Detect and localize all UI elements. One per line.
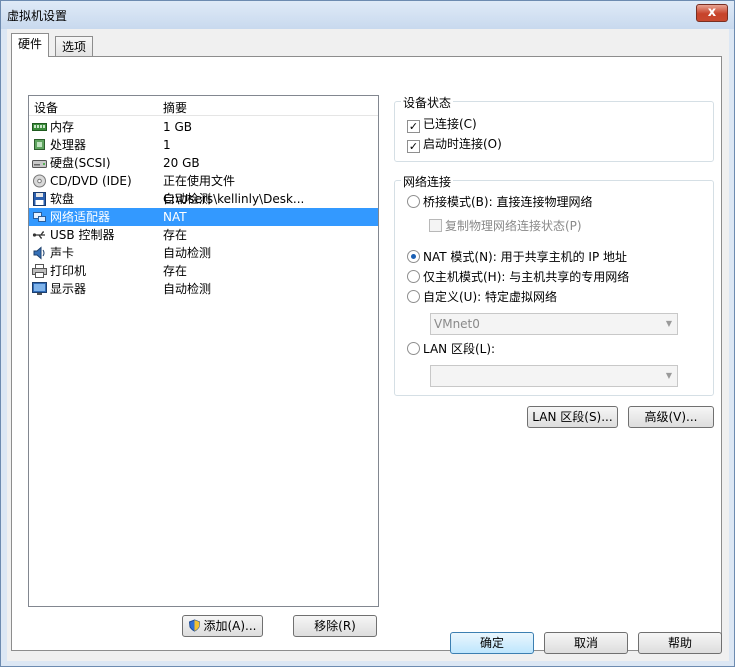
device-row[interactable]: 声卡 自动检测 — [29, 244, 378, 262]
processor-icon — [32, 138, 47, 152]
checkbox-icon — [429, 219, 442, 232]
column-header-summary[interactable]: 摘要 — [163, 99, 187, 116]
vm-settings-window: 虚拟机设置 x 硬件 选项 设备 摘要 内存 1 GB 处理器 1 硬盘(SCSI) 20… — [0, 0, 735, 667]
dialog-client: 硬件 选项 设备 摘要 内存 1 GB 处理器 1 硬盘(SCSI) 20 GB CD/DV… — [7, 29, 729, 661]
radio-icon — [407, 342, 420, 355]
network-adapter-icon — [32, 210, 47, 224]
hardware-panel: 设备 摘要 内存 1 GB 处理器 1 硬盘(SCSI) 20 GB CD/DVD (IDE… — [11, 56, 722, 651]
floppy-icon — [32, 192, 47, 206]
device-list[interactable]: 设备 摘要 内存 1 GB 处理器 1 硬盘(SCSI) 20 GB CD/DVD (IDE… — [28, 95, 379, 607]
nat-label: NAT 模式(N): 用于共享主机的 IP 地址 — [423, 250, 628, 264]
custom-network-select[interactable]: VMnet0 ▼ — [430, 313, 678, 335]
device-name: 处理器 — [50, 138, 87, 152]
lan-segment-select[interactable]: ▼ — [430, 365, 678, 387]
device-row[interactable]: 网络适配器 NAT — [29, 208, 378, 226]
device-summary: 20 GB — [163, 156, 200, 170]
harddisk-icon — [32, 156, 47, 170]
device-name: CD/DVD (IDE) — [50, 174, 132, 188]
device-name: 硬盘(SCSI) — [50, 156, 111, 170]
device-summary: 存在 — [163, 264, 188, 278]
device-summary: 自动检测 — [163, 246, 212, 260]
device-row[interactable]: 软盘 自动检测 — [29, 190, 378, 208]
nat-radio[interactable]: NAT 模式(N): 用于共享主机的 IP 地址 — [407, 249, 627, 265]
device-row[interactable]: USB 控制器 存在 — [29, 226, 378, 244]
connected-label: 已连接(C) — [423, 117, 477, 131]
host-only-radio[interactable]: 仅主机模式(H): 与主机共享的专用网络 — [407, 269, 629, 285]
checkmark-icon: ✓ — [407, 140, 420, 153]
bridged-label: 桥接模式(B): 直接连接物理网络 — [423, 195, 593, 209]
window-title: 虚拟机设置 — [7, 9, 68, 23]
device-summary: 自动检测 — [163, 282, 212, 296]
device-summary: 自动检测 — [163, 192, 212, 206]
device-name: 声卡 — [50, 246, 75, 260]
device-name: 打印机 — [50, 264, 87, 278]
lan-segment-radio[interactable]: LAN 区段(L): — [407, 341, 495, 357]
bridged-radio[interactable]: 桥接模式(B): 直接连接物理网络 — [407, 194, 592, 210]
add-device-label: 添加(A)... — [203, 619, 257, 633]
printer-icon — [32, 264, 47, 278]
connected-checkbox[interactable]: ✓ 已连接(C) — [407, 116, 477, 133]
custom-radio[interactable]: 自定义(U): 特定虚拟网络 — [407, 289, 557, 305]
usb-icon — [32, 228, 47, 242]
advanced-button[interactable]: 高级(V)... — [628, 406, 714, 428]
device-name: USB 控制器 — [50, 228, 115, 242]
custom-label: 自定义(U): 特定虚拟网络 — [423, 290, 558, 304]
network-connection-title: 网络连接 — [401, 173, 454, 190]
host-only-label: 仅主机模式(H): 与主机共享的专用网络 — [423, 270, 630, 284]
lan-segment-label: LAN 区段(L): — [423, 342, 496, 356]
replicate-state-label: 复制物理网络连接状态(P) — [445, 219, 582, 233]
device-summary: 1 GB — [163, 120, 192, 134]
device-summary: 1 — [163, 138, 171, 152]
cdrom-icon — [32, 174, 47, 188]
title-bar[interactable]: 虚拟机设置 x — [1, 1, 734, 29]
device-status-group: 设备状态 ✓ 已连接(C) ✓ 启动时连接(O) — [394, 94, 714, 162]
sound-icon — [32, 246, 47, 260]
network-connection-group: 网络连接 桥接模式(B): 直接连接物理网络 复制物理网络连接状态(P) NAT… — [394, 173, 714, 396]
device-name: 显示器 — [50, 282, 87, 296]
device-row[interactable]: 显示器 自动检测 — [29, 280, 378, 298]
display-icon — [32, 282, 47, 296]
add-device-button[interactable]: 添加(A)... — [182, 615, 263, 637]
chevron-down-icon: ▼ — [665, 319, 672, 328]
tab-hardware[interactable]: 硬件 — [11, 33, 50, 57]
custom-network-value: VMnet0 — [434, 317, 480, 331]
column-header-device[interactable]: 设备 — [34, 99, 58, 116]
device-status-title: 设备状态 — [401, 94, 454, 111]
radio-icon — [407, 195, 420, 208]
ok-button[interactable]: 确定 — [450, 632, 534, 654]
list-header: 设备 摘要 — [29, 96, 378, 116]
device-name: 网络适配器 — [50, 210, 111, 224]
device-row[interactable]: 内存 1 GB — [29, 118, 378, 136]
connect-at-power-on-label: 启动时连接(O) — [423, 137, 502, 151]
device-row[interactable]: 硬盘(SCSI) 20 GB — [29, 154, 378, 172]
memory-icon — [32, 120, 47, 134]
connect-at-power-on-checkbox[interactable]: ✓ 启动时连接(O) — [407, 136, 502, 153]
tab-options[interactable]: 选项 — [55, 36, 94, 57]
close-button[interactable]: x — [696, 4, 728, 22]
radio-selected-icon — [407, 250, 420, 263]
cancel-button[interactable]: 取消 — [544, 632, 628, 654]
replicate-state-checkbox[interactable]: 复制物理网络连接状态(P) — [429, 218, 582, 234]
help-button[interactable]: 帮助 — [638, 632, 722, 654]
checkmark-icon: ✓ — [407, 120, 420, 133]
radio-icon — [407, 290, 420, 303]
radio-icon — [407, 270, 420, 283]
device-summary: NAT — [163, 210, 187, 224]
device-row[interactable]: CD/DVD (IDE) 正在使用文件 C:\Users\kellinly\Des… — [29, 172, 378, 206]
device-row[interactable]: 处理器 1 — [29, 136, 378, 154]
lan-segments-button[interactable]: LAN 区段(S)... — [527, 406, 618, 428]
device-name: 内存 — [50, 120, 75, 134]
device-name: 软盘 — [50, 192, 75, 206]
device-row[interactable]: 打印机 存在 — [29, 262, 378, 280]
device-summary: 存在 — [163, 228, 188, 242]
chevron-down-icon: ▼ — [665, 371, 672, 380]
shield-icon — [188, 618, 201, 632]
remove-device-button[interactable]: 移除(R) — [293, 615, 377, 637]
